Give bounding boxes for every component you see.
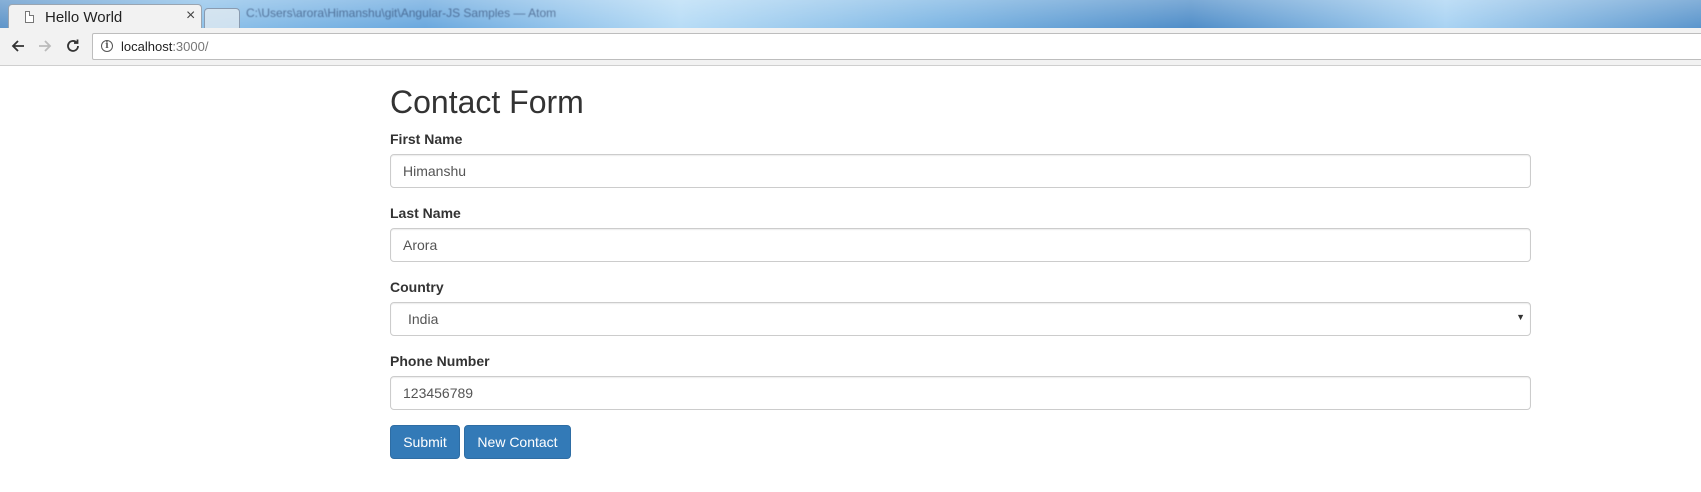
page-icon	[25, 11, 34, 23]
last-name-input[interactable]	[390, 228, 1531, 262]
browser-toolbar: i localhost:3000/	[0, 28, 1701, 66]
address-bar[interactable]: i localhost:3000/	[92, 33, 1701, 60]
close-icon[interactable]: ×	[186, 7, 195, 25]
url-text: localhost:3000/	[121, 39, 208, 54]
browser-tab-active[interactable]: Hello World ×	[8, 4, 202, 28]
chevron-down-icon: ▼	[1516, 312, 1525, 322]
url-path: :3000/	[172, 39, 209, 54]
country-select[interactable]: India ▼	[390, 302, 1531, 336]
reload-icon[interactable]	[61, 34, 85, 58]
page-title: Contact Form	[390, 84, 584, 120]
phone-number-label: Phone Number	[390, 353, 490, 369]
last-name-label: Last Name	[390, 205, 461, 221]
info-icon[interactable]: i	[101, 40, 113, 52]
country-label: Country	[390, 279, 444, 295]
submit-button[interactable]: Submit	[390, 425, 460, 459]
new-contact-button[interactable]: New Contact	[464, 425, 571, 459]
url-host: localhost	[121, 39, 173, 54]
new-tab-button[interactable]	[204, 8, 240, 28]
browser-tabstrip: Hello World × C:\Users\arora\Himanshu\gi…	[0, 0, 1701, 28]
tab-title: Hello World	[45, 9, 123, 26]
back-arrow-icon[interactable]	[6, 34, 30, 58]
phone-number-input[interactable]	[390, 376, 1531, 410]
first-name-label: First Name	[390, 131, 463, 147]
window-title: C:\Users\arora\Himanshu\git\Angular-JS S…	[246, 6, 557, 20]
forward-arrow-icon[interactable]	[33, 34, 57, 58]
country-selected-value: India	[408, 311, 439, 327]
first-name-input[interactable]	[390, 154, 1531, 188]
